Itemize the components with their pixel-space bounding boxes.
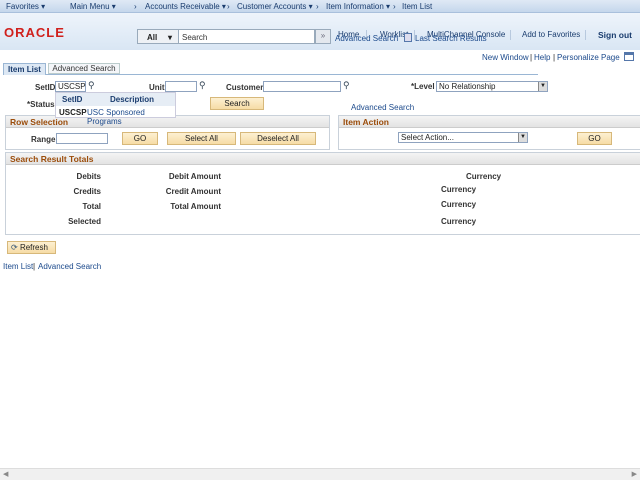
totals-title: Search Result Totals xyxy=(6,153,640,165)
level-select[interactable]: No Relationship ▼ xyxy=(436,81,548,92)
search-scope-select[interactable]: All ▾ xyxy=(137,29,179,44)
lookup-icon[interactable]: ⚲ xyxy=(88,80,95,91)
main-menu[interactable]: Main Menu ▾ xyxy=(70,2,116,11)
row-go-button[interactable]: GO xyxy=(122,132,158,145)
item-action-value: Select Action... xyxy=(401,133,454,142)
lookup-icon[interactable]: ⚲ xyxy=(343,80,350,91)
credits-label: Credits xyxy=(73,187,101,196)
option-setid: USCSP xyxy=(59,108,87,117)
currency-label: Currency xyxy=(441,200,477,209)
search-button[interactable]: Search xyxy=(210,97,264,110)
chevron-down-icon: ▾ xyxy=(168,33,173,42)
grid-icon[interactable] xyxy=(624,52,634,61)
level-value: No Relationship xyxy=(439,82,496,91)
action-go-button[interactable]: GO xyxy=(577,132,612,145)
chevron-down-icon: ▼ xyxy=(518,133,527,142)
credit-amount-label: Credit Amount xyxy=(165,187,221,196)
option-description: USC Sponsored Programs xyxy=(87,108,145,126)
dropdown-option[interactable]: USCSP USC Sponsored Programs xyxy=(56,106,175,126)
currency-label: Currency xyxy=(466,172,502,181)
deselect-all-button[interactable]: Deselect All xyxy=(240,132,316,145)
setid-label: SetID xyxy=(35,83,56,92)
total-amount-label: Total Amount xyxy=(170,202,221,211)
customer-input[interactable] xyxy=(263,81,341,92)
status-label: *Status xyxy=(27,100,55,109)
total-label: Total xyxy=(82,202,101,211)
header-advanced-search-link[interactable]: Advanced Search xyxy=(335,34,398,43)
item-action-title: Item Action xyxy=(339,116,640,128)
breadcrumb-item-list[interactable]: Item List xyxy=(402,2,432,11)
footer-advanced-search-link[interactable]: Advanced Search xyxy=(38,262,101,271)
tab-item-list[interactable]: Item List xyxy=(3,63,46,75)
debits-label: Debits xyxy=(76,172,101,181)
footer-item-list-link[interactable]: Item List xyxy=(3,262,33,271)
debit-amount-label: Debit Amount xyxy=(168,172,221,181)
advanced-search-link[interactable]: Advanced Search xyxy=(351,103,414,112)
last-search-results-link[interactable]: Last Search Results xyxy=(415,34,487,43)
customer-label: Customer xyxy=(226,83,264,92)
select-all-button[interactable]: Select All xyxy=(167,132,236,145)
refresh-icon: ⟳ xyxy=(11,243,18,252)
horizontal-scrollbar[interactable]: ◀ ▶ xyxy=(0,468,640,480)
tab-advanced-search[interactable]: Advanced Search xyxy=(48,63,120,74)
scroll-right-icon[interactable]: ▶ xyxy=(632,470,637,478)
lookup-icon[interactable]: ⚲ xyxy=(199,80,206,91)
search-results-icon xyxy=(404,33,412,42)
breadcrumb-item-information[interactable]: Item Information ▾ xyxy=(326,2,390,11)
personalize-page-link[interactable]: Personalize Page xyxy=(557,53,620,62)
add-to-favorites-link[interactable]: Add to Favorites xyxy=(522,30,580,39)
dropdown-col-setid: SetID xyxy=(62,95,83,104)
help-link[interactable]: Help xyxy=(534,53,550,62)
search-go-icon[interactable]: » xyxy=(315,29,331,44)
currency-label: Currency xyxy=(441,185,477,194)
dropdown-col-description: Description xyxy=(110,95,155,104)
unit-label: Unit xyxy=(149,83,165,92)
setid-autocomplete-dropdown: SetID Description USCSP USC Sponsored Pr… xyxy=(55,92,176,126)
selected-label: Selected xyxy=(68,217,101,226)
breadcrumb-accounts-receivable[interactable]: Accounts Receivable ▾ xyxy=(145,2,226,11)
search-scope-value: All xyxy=(147,33,158,42)
new-window-link[interactable]: New Window xyxy=(482,53,529,62)
range-input[interactable] xyxy=(56,133,108,144)
search-input[interactable]: Search xyxy=(178,29,315,44)
range-label: Range xyxy=(31,135,56,144)
oracle-logo: ORACLE xyxy=(4,25,65,40)
top-nav-bar: Favorites ▾ Main Menu ▾ › Accounts Recei… xyxy=(0,0,640,13)
scroll-left-icon[interactable]: ◀ xyxy=(3,470,8,478)
sign-out-link[interactable]: Sign out xyxy=(598,30,632,40)
chevron-down-icon: ▼ xyxy=(538,82,547,91)
refresh-label: Refresh xyxy=(19,243,48,252)
breadcrumb-customer-accounts[interactable]: Customer Accounts ▾ xyxy=(237,2,313,11)
item-action-select[interactable]: Select Action... ▼ xyxy=(398,132,528,143)
favorites-menu[interactable]: Favorites ▾ xyxy=(6,2,45,11)
setid-input[interactable]: USCSP xyxy=(55,81,86,92)
level-label: *Level xyxy=(411,82,435,91)
refresh-button[interactable]: ⟳ Refresh xyxy=(7,241,56,254)
unit-input[interactable] xyxy=(165,81,197,92)
currency-label: Currency xyxy=(441,217,477,226)
